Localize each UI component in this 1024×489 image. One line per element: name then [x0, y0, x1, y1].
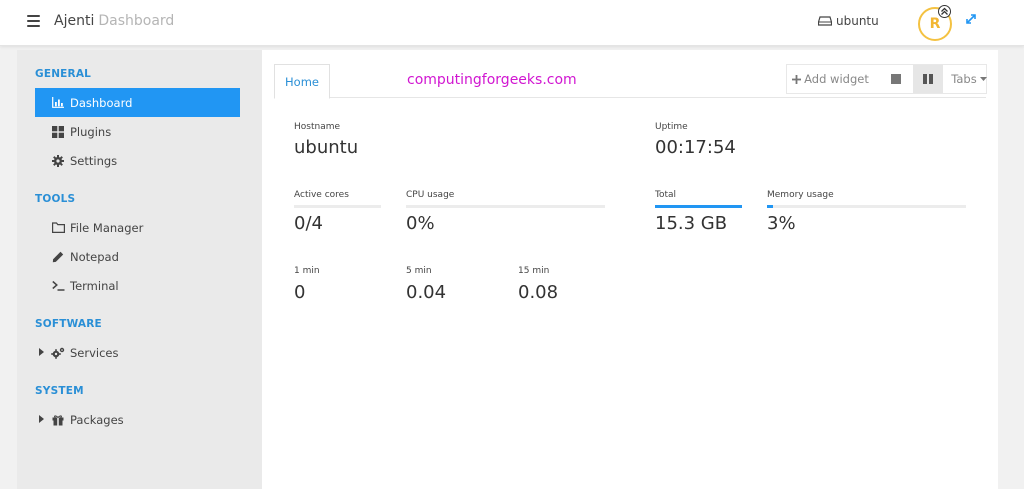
memory-usage-label: Memory usage — [767, 190, 834, 200]
sidebar-item-settings[interactable]: Settings — [35, 146, 240, 175]
hostname-value: ubuntu — [294, 137, 359, 158]
sidebar-item-label: Services — [70, 345, 119, 360]
load-5min-value: 0.04 — [406, 282, 447, 303]
elevate-icon[interactable] — [938, 5, 951, 18]
watermark-text: computingforgeeks.com — [407, 72, 577, 88]
caret-right-icon[interactable] — [39, 348, 44, 356]
cpu-usage-bar — [406, 205, 605, 208]
uptime-label: Uptime — [655, 122, 688, 132]
memory-total-value: 15.3 GB — [655, 213, 728, 234]
top-bar: Ajenti Dashboard ubuntu R — [0, 0, 1024, 46]
avatar-letter: R — [929, 16, 941, 32]
sidebar-item-services[interactable]: Services — [35, 338, 240, 367]
load-5min-label: 5 min — [406, 266, 432, 276]
caret-down-icon — [979, 77, 987, 81]
memory-total-label: Total — [655, 190, 677, 200]
sidebar-item-terminal[interactable]: Terminal — [35, 271, 240, 300]
section-title-system: SYSTEM — [35, 385, 84, 397]
bar-chart-icon — [51, 96, 65, 110]
memory-total-bar — [655, 205, 742, 208]
cpu-usage-value: 0% — [406, 213, 435, 234]
add-widget-button[interactable]: Add widget — [787, 65, 874, 93]
expand-icon[interactable] — [965, 13, 977, 25]
add-widget-label: Add widget — [804, 72, 869, 86]
plus-icon — [792, 74, 802, 84]
gift-icon — [51, 413, 65, 427]
sidebar-item-file-manager[interactable]: File Manager — [35, 213, 240, 242]
square-icon — [891, 74, 901, 84]
sidebar-item-dashboard[interactable]: Dashboard — [35, 88, 240, 117]
tabs-dropdown[interactable]: Tabs — [951, 65, 987, 93]
columns-icon — [923, 74, 933, 84]
uptime-value: 00:17:54 — [655, 137, 736, 158]
active-cores-value: 0/4 — [294, 213, 323, 234]
sidebar-item-label: Terminal — [70, 278, 119, 293]
tab-home[interactable]: Home — [274, 64, 330, 99]
host-indicator[interactable]: ubuntu — [818, 14, 879, 28]
folder-icon — [51, 221, 65, 235]
terminal-icon — [51, 279, 65, 293]
host-name: ubuntu — [836, 14, 879, 28]
th-large-icon — [51, 125, 65, 139]
sidebar-item-packages[interactable]: Packages — [35, 405, 240, 434]
sidebar-item-label: Plugins — [70, 124, 112, 139]
active-cores-bar — [294, 205, 381, 208]
tab-strip: Home computingforgeeks.com Add widget Ta… — [274, 64, 987, 99]
menu-icon[interactable] — [27, 15, 40, 27]
sidebar-item-label: File Manager — [70, 220, 144, 235]
sidebar-item-label: Notepad — [70, 249, 119, 264]
hdd-icon — [818, 16, 832, 26]
section-title-software: SOFTWARE — [35, 318, 102, 330]
load-15min-value: 0.08 — [518, 282, 559, 303]
load-1min-value: 0 — [294, 282, 306, 303]
cpu-usage-label: CPU usage — [406, 190, 455, 200]
single-column-button[interactable] — [881, 65, 911, 93]
sidebar-item-label: Settings — [70, 153, 118, 168]
gears-icon — [51, 346, 65, 360]
brand-name: Ajenti — [54, 13, 95, 29]
dashboard-toolbar: Add widget Tabs — [786, 64, 987, 94]
sidebar-item-label: Dashboard — [70, 95, 133, 110]
tabs-dropdown-label: Tabs — [951, 72, 977, 86]
load-1min-label: 1 min — [294, 266, 320, 276]
memory-usage-value: 3% — [767, 213, 796, 234]
load-15min-label: 15 min — [518, 266, 550, 276]
sidebar-item-notepad[interactable]: Notepad — [35, 242, 240, 271]
sidebar: GENERAL Dashboard Plugins Settings TOOLS… — [17, 50, 263, 489]
caret-right-icon[interactable] — [39, 415, 44, 423]
app-title: Ajenti Dashboard — [54, 13, 174, 29]
hostname-label: Hostname — [294, 122, 341, 132]
sidebar-item-label: Packages — [70, 412, 124, 427]
pencil-icon — [51, 250, 65, 264]
brand-subtitle: Dashboard — [98, 13, 175, 29]
sidebar-item-plugins[interactable]: Plugins — [35, 117, 240, 146]
gear-icon — [51, 154, 65, 168]
two-column-button[interactable] — [913, 65, 943, 93]
active-cores-label: Active cores — [294, 190, 349, 200]
memory-usage-bar — [767, 205, 966, 208]
dashboard-main: Home computingforgeeks.com Add widget Ta… — [262, 50, 998, 489]
section-title-general: GENERAL — [35, 68, 92, 80]
section-title-tools: TOOLS — [35, 193, 76, 205]
